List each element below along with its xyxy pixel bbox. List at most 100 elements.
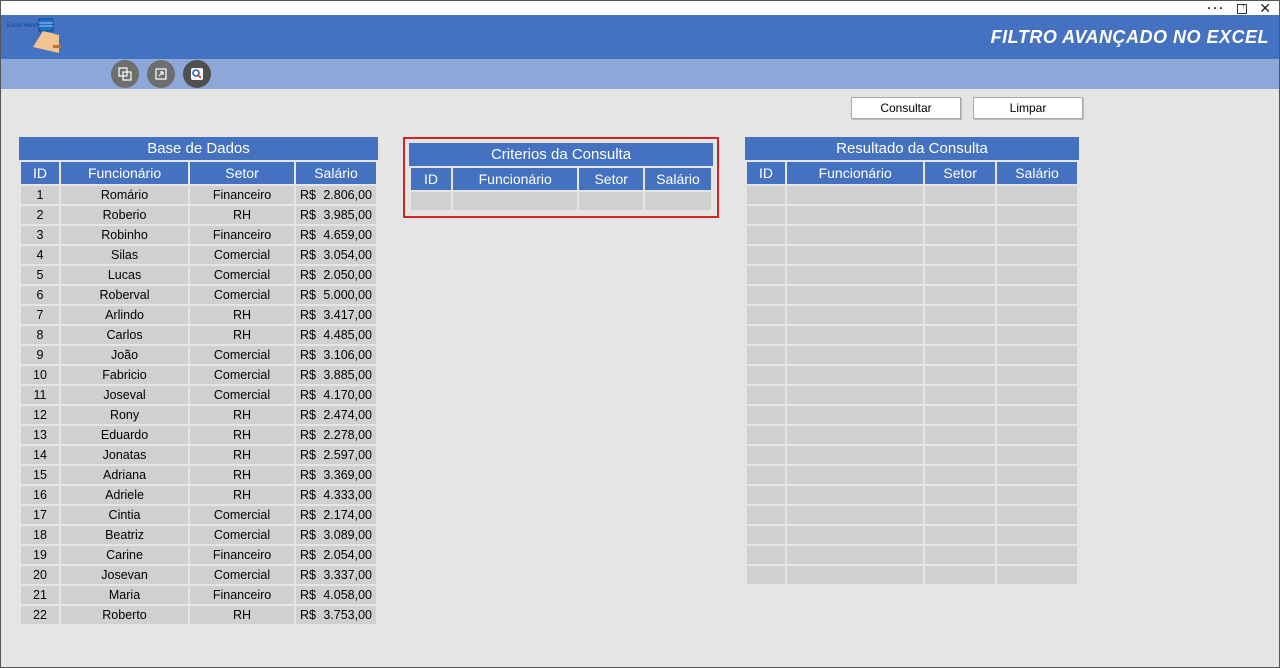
cell-nome: Lucas [61,266,188,284]
cell-salario [997,406,1077,424]
cell-nome [787,346,923,364]
app-banner: Excel Hermes FILTRO AVANÇADO NO EXCEL [1,15,1279,59]
panel-title-criterios: Criterios da Consulta [409,143,713,166]
table-row: 17CintiaComercialR$2.174,00 [21,506,376,524]
cell-nome [787,426,923,444]
cell-nome [787,566,923,584]
cell-setor [925,446,995,464]
cell-id: 13 [21,426,59,444]
cell-nome [787,266,923,284]
toolbar-btn-1[interactable] [111,60,139,88]
cell-id: 12 [21,406,59,424]
col-funcionario: Funcionário [453,168,577,190]
cell-salario: R$3.089,00 [296,526,376,544]
table-row: 8CarlosRHR$4.485,00 [21,326,376,344]
cell-salario: R$5.000,00 [296,286,376,304]
cell-id: 9 [21,346,59,364]
table-row: 18BeatrizComercialR$3.089,00 [21,526,376,544]
cell-salario [997,266,1077,284]
cell-id [747,566,785,584]
cell-salario: R$2.474,00 [296,406,376,424]
cell-salario [997,206,1077,224]
table-row: 21MariaFinanceiroR$4.058,00 [21,586,376,604]
cell-setor: Comercial [190,506,294,524]
cell-nome [787,406,923,424]
table-row [747,366,1077,384]
cell-setor [925,186,995,204]
table-row: 11JosevalComercialR$4.170,00 [21,386,376,404]
col-salario: Salário [296,162,376,184]
cell-salario: R$3.985,00 [296,206,376,224]
cell-id [747,246,785,264]
crit-salario-input[interactable] [645,192,711,210]
crit-id-input[interactable] [411,192,451,210]
col-setor: Setor [579,168,643,190]
cell-salario [997,486,1077,504]
toolbar-btn-2[interactable] [147,60,175,88]
table-row: 10FabricioComercialR$3.885,00 [21,366,376,384]
cell-id [747,546,785,564]
cell-id: 20 [21,566,59,584]
cell-setor: Financeiro [190,226,294,244]
panel-resultado: Resultado da Consulta ID Funcionário Set… [745,137,1079,586]
cell-salario: R$3.369,00 [296,466,376,484]
cell-id: 11 [21,386,59,404]
cell-setor: Comercial [190,526,294,544]
cell-id [747,466,785,484]
cell-id: 18 [21,526,59,544]
cell-id: 21 [21,586,59,604]
cell-salario [997,546,1077,564]
col-id: ID [747,162,785,184]
table-row: 2RoberioRHR$3.985,00 [21,206,376,224]
cell-setor: Comercial [190,346,294,364]
more-icon[interactable]: ··· [1207,1,1225,15]
cell-id [747,206,785,224]
cell-setor: Financeiro [190,186,294,204]
cell-nome [787,246,923,264]
panel-base-dados: Base de Dados ID Funcionário Setor Salár… [19,137,378,626]
table-row: 20JosevanComercialR$3.337,00 [21,566,376,584]
cell-salario: R$2.278,00 [296,426,376,444]
cell-nome [787,486,923,504]
table-row [747,226,1077,244]
cell-salario: R$2.806,00 [296,186,376,204]
table-row: 12RonyRHR$2.474,00 [21,406,376,424]
toolbar-btn-search[interactable] [183,60,211,88]
cell-salario [997,386,1077,404]
col-id: ID [411,168,451,190]
cell-id: 6 [21,286,59,304]
panel-title-base: Base de Dados [19,137,378,160]
cell-setor: Comercial [190,386,294,404]
cell-setor [925,206,995,224]
cell-id [747,326,785,344]
cell-nome [787,186,923,204]
cell-setor [925,386,995,404]
cell-salario [997,446,1077,464]
cell-id: 7 [21,306,59,324]
cell-nome: Joseval [61,386,188,404]
cell-id: 1 [21,186,59,204]
cell-setor: RH [190,446,294,464]
cell-salario: R$3.337,00 [296,566,376,584]
cell-salario [997,226,1077,244]
limpar-button[interactable]: Limpar [973,97,1083,119]
cell-salario: R$3.054,00 [296,246,376,264]
cell-nome [787,366,923,384]
cell-salario: R$3.106,00 [296,346,376,364]
cell-nome: Adriana [61,466,188,484]
maximize-icon[interactable] [1237,4,1247,14]
cell-setor [925,326,995,344]
cell-id [747,506,785,524]
cell-salario: R$2.597,00 [296,446,376,464]
cell-id: 8 [21,326,59,344]
table-row [747,326,1077,344]
cell-salario: R$2.174,00 [296,506,376,524]
crit-funcionario-input[interactable] [453,192,577,210]
consultar-button[interactable]: Consultar [851,97,961,119]
cell-id [747,426,785,444]
cell-salario [997,566,1077,584]
cell-salario [997,526,1077,544]
cell-id: 14 [21,446,59,464]
col-salario: Salário [645,168,711,190]
crit-setor-input[interactable] [579,192,643,210]
